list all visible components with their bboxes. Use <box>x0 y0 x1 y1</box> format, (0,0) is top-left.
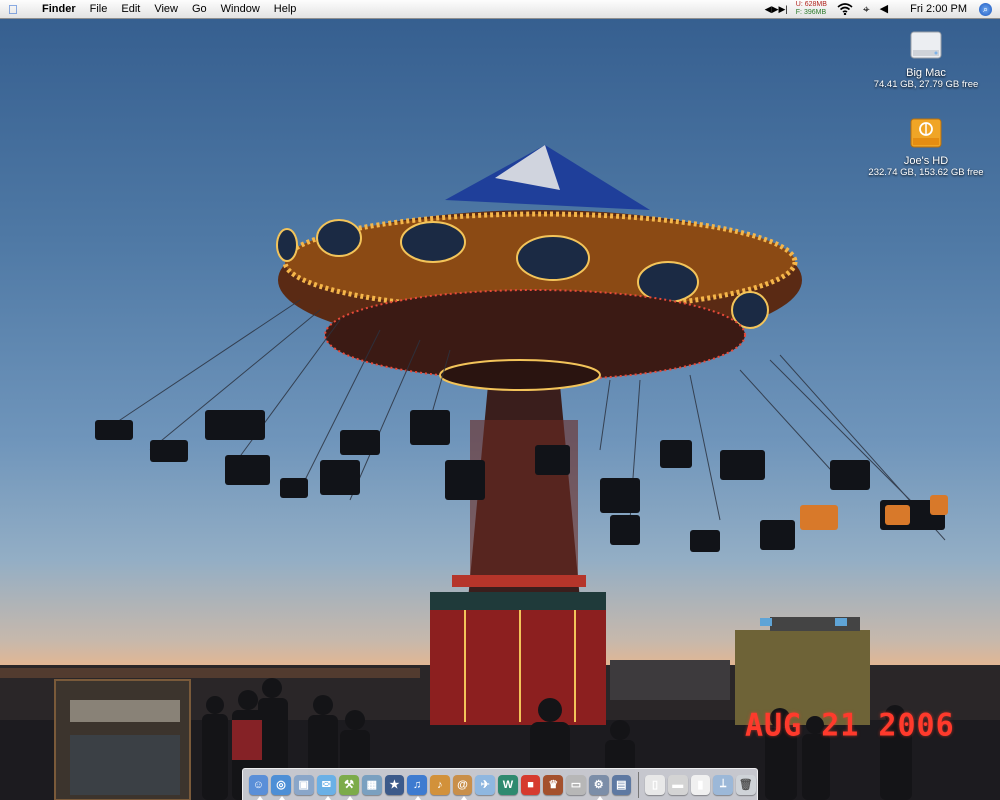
memory-free-label: F: <box>795 9 802 16</box>
window-icon[interactable]: ▬ <box>667 774 688 795</box>
memory-monitor[interactable]: U: 628MB F: 396MB <box>796 1 827 17</box>
menu-help[interactable]: Help <box>274 0 297 18</box>
dock-glyph: ▤ <box>616 779 627 791</box>
dashboard-icon[interactable]: W <box>498 774 518 795</box>
desktop: AUG 21 2006 Big Mac 74.41 GB, 27.79 GB f… <box>0 0 1000 800</box>
menu-view[interactable]: View <box>154 0 178 18</box>
bootcamp-icon[interactable]: ▭ <box>566 774 586 795</box>
menu-file[interactable]: File <box>90 0 108 18</box>
menu-go[interactable]: Go <box>192 0 207 18</box>
game-icon[interactable]: ♛ <box>543 774 564 795</box>
page-icon[interactable]: ▮ <box>690 774 711 795</box>
preview-icon[interactable]: ▣ <box>293 774 314 795</box>
dock: ☺ ◎ ▣ ✉ ⚒ ▦ ★ ♫ ♪ @ ✈ W ■ ♛ ▭ ⚙ ▤ ▯ ▬ ▮ ⟘ 🗑 <box>242 768 758 800</box>
dock-glyph: ♫ <box>413 778 422 791</box>
dock-glyph: ⟘ <box>719 778 727 790</box>
iphoto-icon[interactable]: ▦ <box>361 774 382 795</box>
dock-glyph: ★ <box>389 779 400 791</box>
memory-free: 396MB <box>803 9 827 16</box>
mail-icon[interactable]: ✈ <box>475 774 496 795</box>
drive-name: Big Mac <box>906 67 946 79</box>
dock-glyph: ⚙ <box>593 779 604 791</box>
internal-hard-drive-icon <box>910 31 942 59</box>
lego-icon[interactable]: ■ <box>520 774 541 795</box>
dock-glyph: ▭ <box>570 779 582 791</box>
memory-used: 628MB <box>804 1 827 8</box>
menu-finder[interactable]: Finder <box>42 0 76 18</box>
menu-bar:  Finder File Edit View Go Window Help ◀… <box>0 0 1000 19</box>
menu-clock[interactable]: Fri 2:00 PM <box>910 0 967 18</box>
xcode-icon[interactable]: ⚒ <box>339 774 359 800</box>
applications-folder-icon[interactable]: ⟘ <box>713 774 733 795</box>
dock-glyph: ✉ <box>321 779 332 791</box>
dock-glyph: @ <box>457 778 468 791</box>
dock-glyph: ✈ <box>480 779 490 791</box>
apple-icon[interactable]:  <box>8 2 28 17</box>
bluetooth-icon[interactable]: ⌖ <box>863 0 870 18</box>
ichat-icon[interactable]: ✉ <box>316 774 337 800</box>
dock-glyph: ▬ <box>672 778 684 791</box>
volume-icon[interactable]: ◀ <box>880 0 888 18</box>
drive-info: 232.74 GB, 153.62 GB free <box>868 167 984 178</box>
itunes-controls-icon[interactable]: ◀▶▶| <box>765 0 788 18</box>
document-icon[interactable]: ▯ <box>645 774 665 795</box>
dock-separator <box>637 771 639 798</box>
menu-edit[interactable]: Edit <box>121 0 140 18</box>
safari-icon[interactable]: ◎ <box>271 774 291 800</box>
dock-glyph: 🗑 <box>738 779 753 791</box>
wifi-icon[interactable] <box>837 3 853 15</box>
firewire-drive-icon <box>910 118 942 148</box>
dock-glyph: ⚒ <box>344 779 355 791</box>
dock-glyph: ■ <box>527 778 534 791</box>
drive-info: 74.41 GB, 27.79 GB free <box>873 79 979 90</box>
dock-glyph: ▯ <box>651 779 659 791</box>
imovie-icon[interactable]: ★ <box>384 774 405 795</box>
dock-glyph: ▮ <box>697 779 704 791</box>
itunes-icon[interactable]: ♫ <box>407 774 427 800</box>
dock-glyph: ☺ <box>252 778 264 791</box>
address-book-icon[interactable]: @ <box>452 774 473 800</box>
drive-name: Joe's HD <box>903 155 949 167</box>
dock-glyph: ♪ <box>437 778 443 791</box>
system-preferences-icon[interactable]: ⚙ <box>588 774 609 800</box>
photo-booth-icon[interactable]: ▤ <box>611 774 632 795</box>
dock-glyph: W <box>502 778 514 791</box>
finder-icon[interactable]: ☺ <box>248 774 269 800</box>
drive-joes-hd[interactable]: Joe's HD 232.74 GB, 153.62 GB free <box>856 116 996 178</box>
menu-window[interactable]: Window <box>221 0 260 18</box>
memory-used-label: U: <box>795 1 803 8</box>
wallpaper <box>0 145 1000 800</box>
dock-glyph: ▣ <box>298 779 309 791</box>
spotlight-icon[interactable]: ⌕ <box>979 2 992 16</box>
garageband-icon[interactable]: ♪ <box>430 774 450 795</box>
trash-icon[interactable]: 🗑 <box>735 774 756 795</box>
drive-big-mac[interactable]: Big Mac 74.41 GB, 27.79 GB free <box>856 28 996 90</box>
photo-date-stamp: AUG 21 2006 <box>745 707 955 744</box>
dock-glyph: ▦ <box>366 779 377 791</box>
dock-glyph: ♛ <box>548 779 559 791</box>
dock-glyph: ◎ <box>276 779 286 791</box>
